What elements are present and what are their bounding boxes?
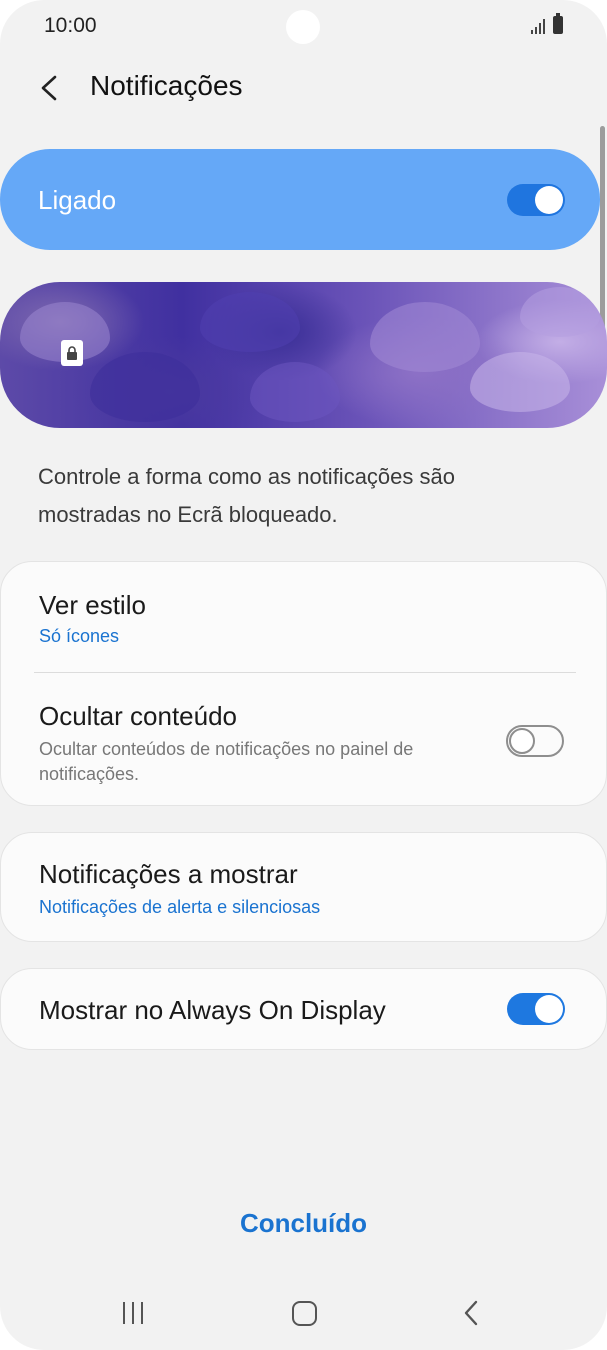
phone-screen: 10:00 Notificações Ligado Controle a for… <box>0 0 607 1350</box>
camera-cutout <box>286 10 320 44</box>
view-style-value: Só ícones <box>39 626 120 646</box>
signal-icon <box>531 18 545 34</box>
always-on-display-toggle[interactable] <box>507 993 565 1025</box>
lock-screen-preview <box>0 282 607 428</box>
nav-back-icon[interactable] <box>462 1300 480 1331</box>
view-style-row[interactable]: Ver estilo Só ícones <box>1 562 606 672</box>
always-on-display-title: Mostrar no Always On Display <box>39 995 386 1025</box>
done-button[interactable]: Concluído <box>0 1208 607 1239</box>
status-icons <box>531 13 563 34</box>
master-toggle[interactable] <box>507 184 565 216</box>
lock-icon <box>61 340 83 366</box>
notifications-to-show-row[interactable]: Notificações a mostrar Notificações de a… <box>0 832 607 942</box>
hide-content-description: Ocultar conteúdos de notificações no pai… <box>39 739 414 784</box>
notifications-to-show-title: Notificações a mostrar <box>39 859 298 889</box>
recents-icon[interactable] <box>123 1302 143 1324</box>
hide-content-row[interactable]: Ocultar conteúdo Ocultar conteúdos de no… <box>1 673 606 806</box>
home-icon[interactable] <box>292 1301 317 1326</box>
navigation-bar <box>0 1280 607 1346</box>
toggle-knob <box>535 186 563 214</box>
page-title: Notificações <box>90 70 243 101</box>
back-button[interactable] <box>30 68 70 108</box>
master-switch-row[interactable]: Ligado <box>0 149 600 250</box>
view-style-title: Ver estilo <box>39 590 146 620</box>
settings-card-lockscreen: Ver estilo Só ícones Ocultar conteúdo Oc… <box>0 561 607 806</box>
hide-content-toggle[interactable] <box>506 725 564 757</box>
notifications-to-show-value: Notificações de alerta e silenciosas <box>39 897 321 917</box>
master-switch-label: Ligado <box>38 185 117 215</box>
header: Notificações <box>0 58 607 118</box>
hide-content-title: Ocultar conteúdo <box>39 701 238 731</box>
status-time: 10:00 <box>44 14 97 37</box>
battery-icon <box>553 13 563 34</box>
always-on-display-row[interactable]: Mostrar no Always On Display <box>0 968 607 1050</box>
toggle-knob <box>535 995 563 1023</box>
toggle-knob <box>509 728 535 754</box>
back-arrow-icon <box>41 75 57 101</box>
description-text: Controle a forma como as notificações sã… <box>38 464 455 527</box>
